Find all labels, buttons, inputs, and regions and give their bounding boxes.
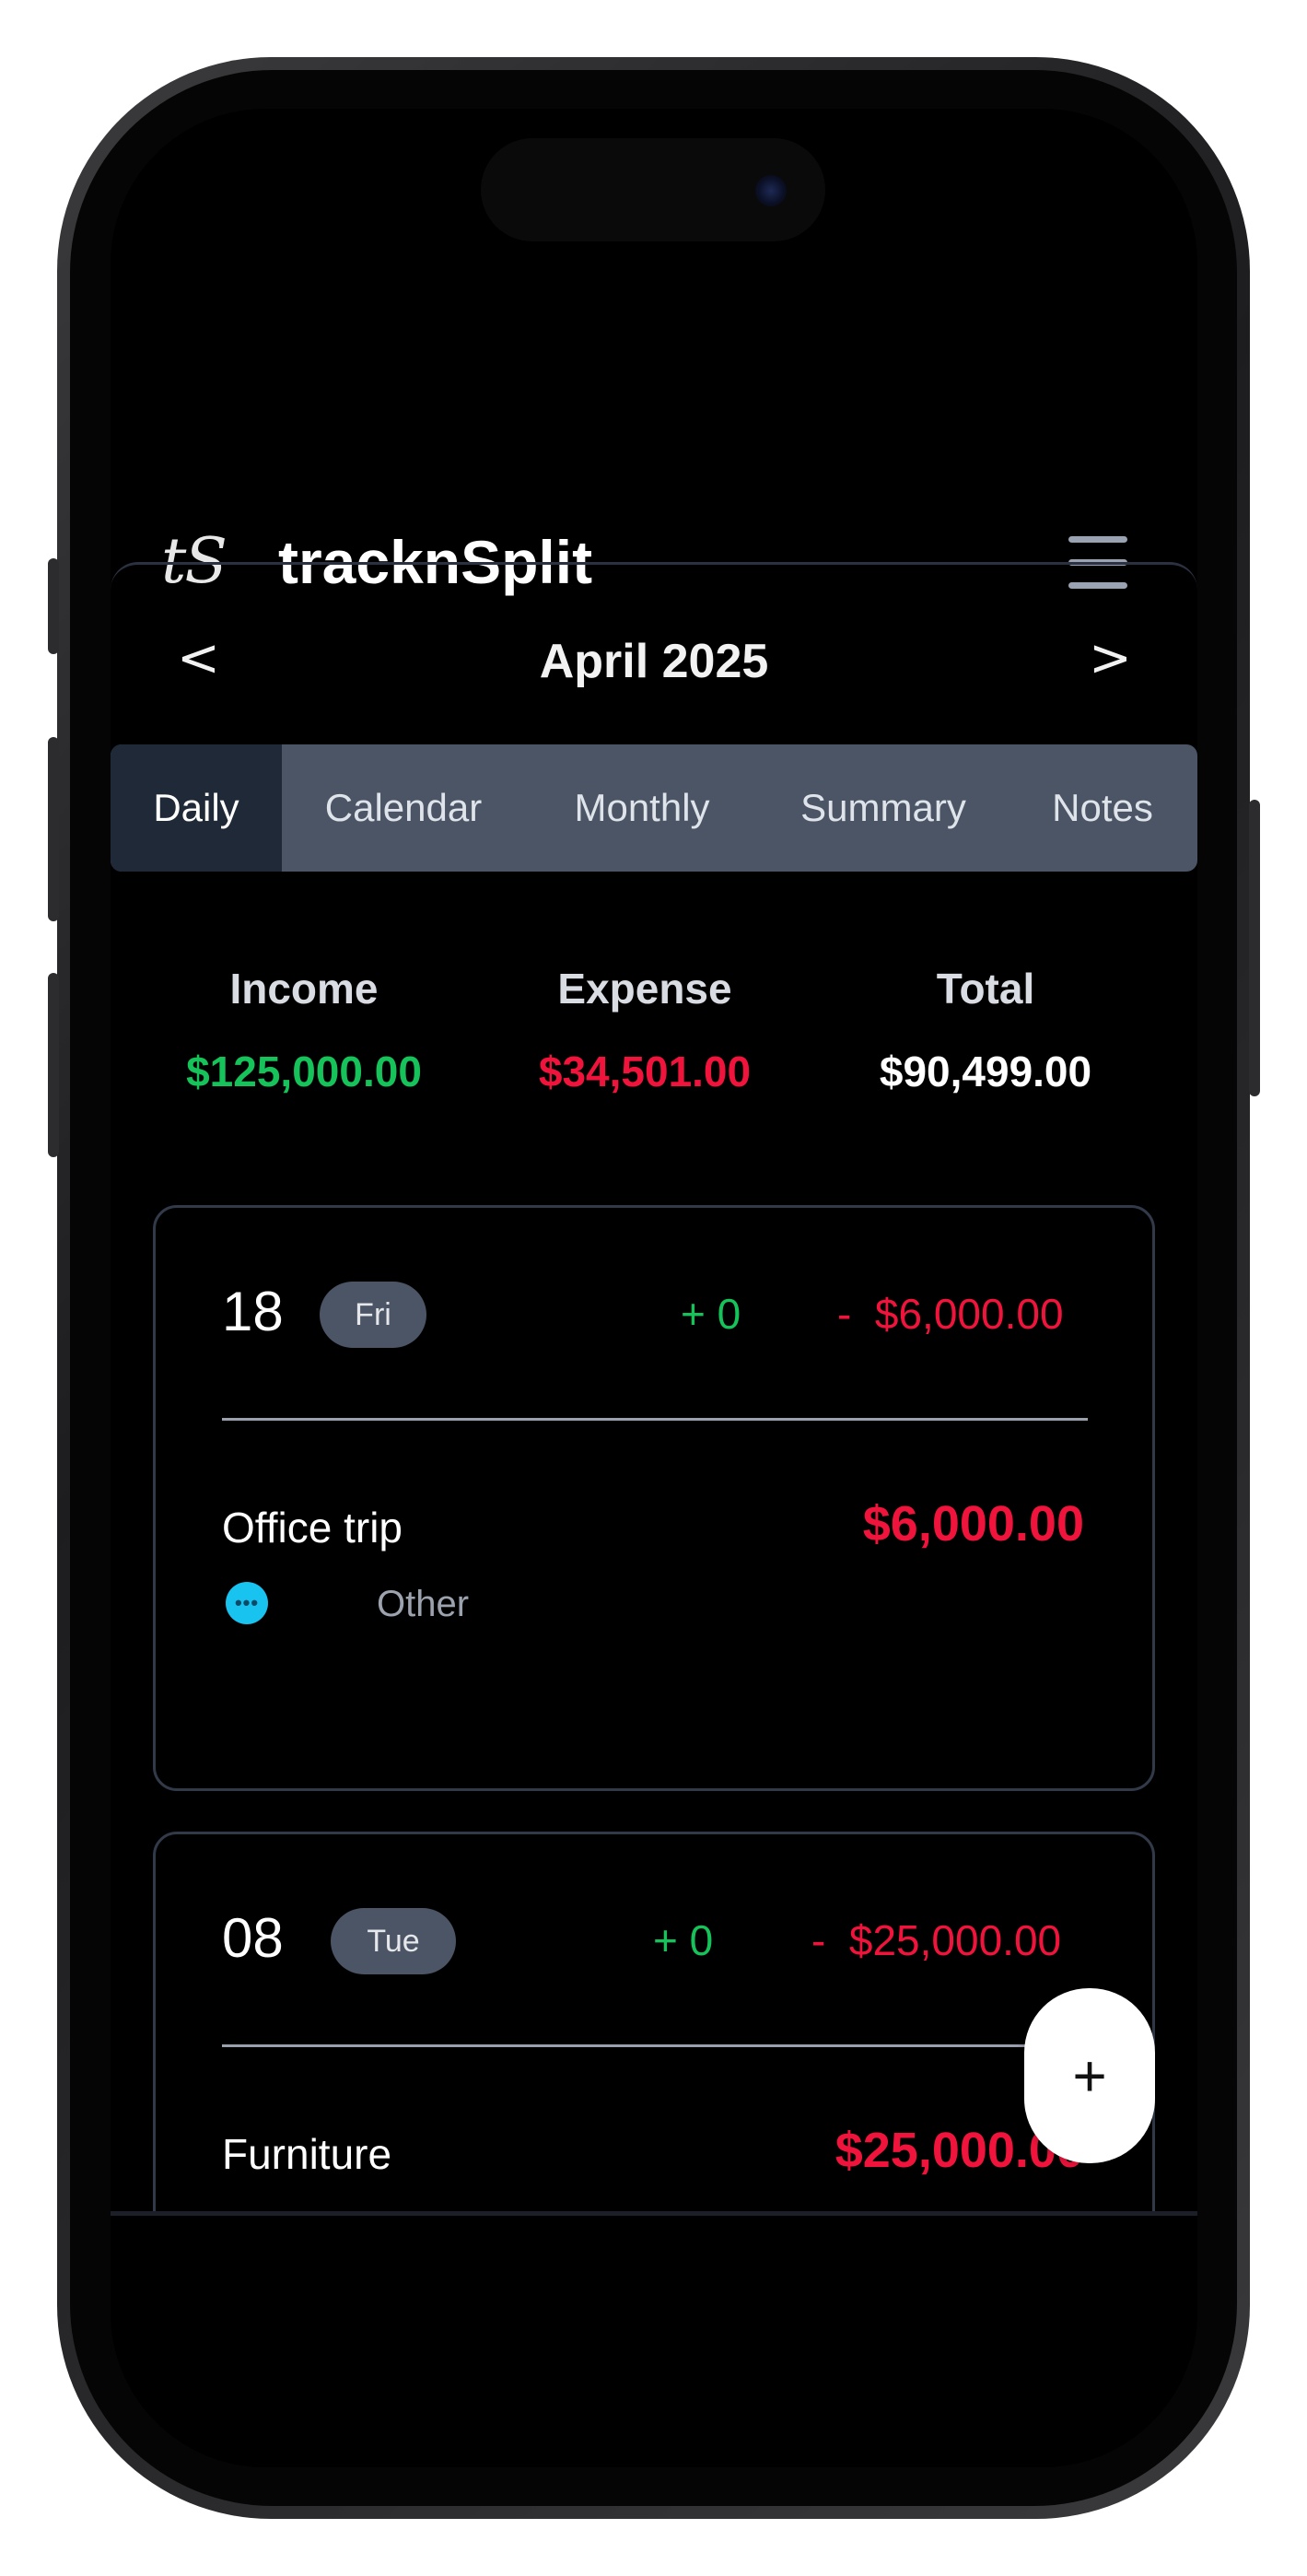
month-navigator: < April 2025 > <box>111 625 1197 708</box>
income-value: $125,000.00 <box>186 1048 422 1095</box>
total-value: $90,499.00 <box>879 1048 1092 1095</box>
bottom-bar <box>111 2211 1197 2467</box>
tab-summary[interactable]: Summary <box>759 744 1008 872</box>
expense-value: $34,501.00 <box>538 1048 752 1095</box>
dots-icon: ••• <box>226 1582 268 1624</box>
income-label: Income <box>229 965 379 1013</box>
tab-monthly[interactable]: Monthly <box>525 744 759 872</box>
income-summary: Income $125,000.00 <box>166 964 442 1096</box>
camera-lens <box>755 175 787 206</box>
tab-calendar[interactable]: Calendar <box>282 744 525 872</box>
weekday-badge: Tue <box>331 1908 456 1974</box>
volume-down-button <box>48 973 59 1157</box>
tab-daily[interactable]: Daily <box>111 744 282 872</box>
day-number: 08 <box>222 1907 284 1969</box>
day-expense: - $25,000.00 <box>811 1916 1062 1964</box>
expense-label: Expense <box>557 965 732 1013</box>
day-card[interactable]: 18 Fri + 0 - $6,000.00 Office trip $6,00… <box>153 1205 1155 1791</box>
weekday-badge: Fri <box>320 1282 426 1348</box>
next-month-button[interactable]: > <box>1089 628 1132 688</box>
day-number: 18 <box>222 1281 284 1342</box>
day-income: + 0 <box>653 1916 714 1964</box>
card-divider <box>222 1418 1088 1421</box>
add-transaction-button[interactable]: + <box>1024 1988 1155 2163</box>
entry-amount: $6,000.00 <box>862 1496 1084 1551</box>
entry-title[interactable]: Furniture <box>222 2129 391 2179</box>
view-tabs: Daily Calendar Monthly Summary Notes <box>111 744 1197 872</box>
totals-summary: Income $125,000.00 Expense $34,501.00 To… <box>111 964 1197 1102</box>
volume-up-button <box>48 737 59 921</box>
total-summary: Total $90,499.00 <box>847 964 1124 1096</box>
power-button <box>1249 800 1260 1096</box>
total-label: Total <box>936 965 1035 1013</box>
expense-summary: Expense $34,501.00 <box>516 964 774 1096</box>
app-header: tS tracknSplit <box>111 477 1197 625</box>
day-expense: - $6,000.00 <box>837 1290 1064 1338</box>
card-divider <box>222 2044 1088 2047</box>
action-button <box>48 558 59 654</box>
header-divider <box>111 562 1197 590</box>
screen: tS tracknSplit < April 2025 > Daily Cale… <box>111 109 1197 2467</box>
tab-notes[interactable]: Notes <box>1008 744 1197 872</box>
day-income: + 0 <box>681 1290 741 1338</box>
month-label: April 2025 <box>539 635 769 688</box>
entry-category: Other <box>377 1584 470 1624</box>
entry-title[interactable]: Office trip <box>222 1503 403 1552</box>
